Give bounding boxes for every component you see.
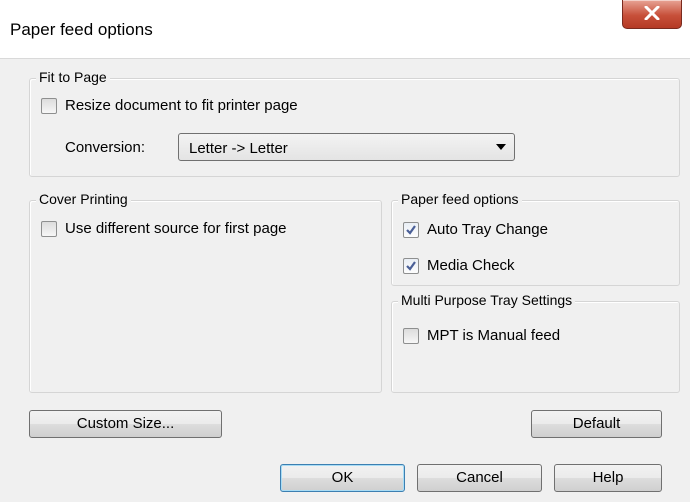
cover-printing-title: Cover Printing: [36, 191, 131, 207]
media-check-checkbox[interactable]: [403, 258, 419, 274]
checkmark-icon: [406, 261, 416, 271]
different-source-checkbox[interactable]: [41, 221, 57, 237]
auto-tray-change-label: Auto Tray Change: [427, 221, 548, 238]
chevron-down-icon: [496, 144, 506, 150]
checkmark-icon: [406, 225, 416, 235]
help-button[interactable]: Help: [554, 464, 662, 492]
close-icon: [644, 6, 660, 20]
mpt-settings-group: [391, 301, 680, 393]
title-bar: Paper feed options: [0, 0, 690, 59]
close-button[interactable]: [622, 0, 682, 29]
ok-button[interactable]: OK: [280, 464, 405, 492]
cancel-button[interactable]: Cancel: [417, 464, 542, 492]
fit-to-page-title: Fit to Page: [36, 69, 110, 85]
different-source-label: Use different source for first page: [65, 220, 287, 237]
conversion-select[interactable]: Letter -> Letter: [178, 133, 515, 161]
conversion-label: Conversion:: [65, 139, 146, 156]
mpt-manual-feed-label: MPT is Manual feed: [427, 327, 561, 344]
window-title: Paper feed options: [10, 20, 153, 39]
conversion-value: Letter -> Letter: [189, 140, 288, 157]
auto-tray-change-checkbox[interactable]: [403, 222, 419, 238]
fit-to-page-group: [29, 78, 680, 177]
default-button[interactable]: Default: [531, 410, 662, 438]
mpt-settings-title: Multi Purpose Tray Settings: [398, 292, 576, 308]
resize-document-checkbox[interactable]: [41, 98, 57, 114]
media-check-label: Media Check: [427, 257, 515, 274]
paper-feed-title: Paper feed options: [398, 191, 522, 207]
resize-document-label: Resize document to fit printer page: [65, 97, 298, 114]
mpt-manual-feed-checkbox[interactable]: [403, 328, 419, 344]
custom-size-button[interactable]: Custom Size...: [29, 410, 222, 438]
